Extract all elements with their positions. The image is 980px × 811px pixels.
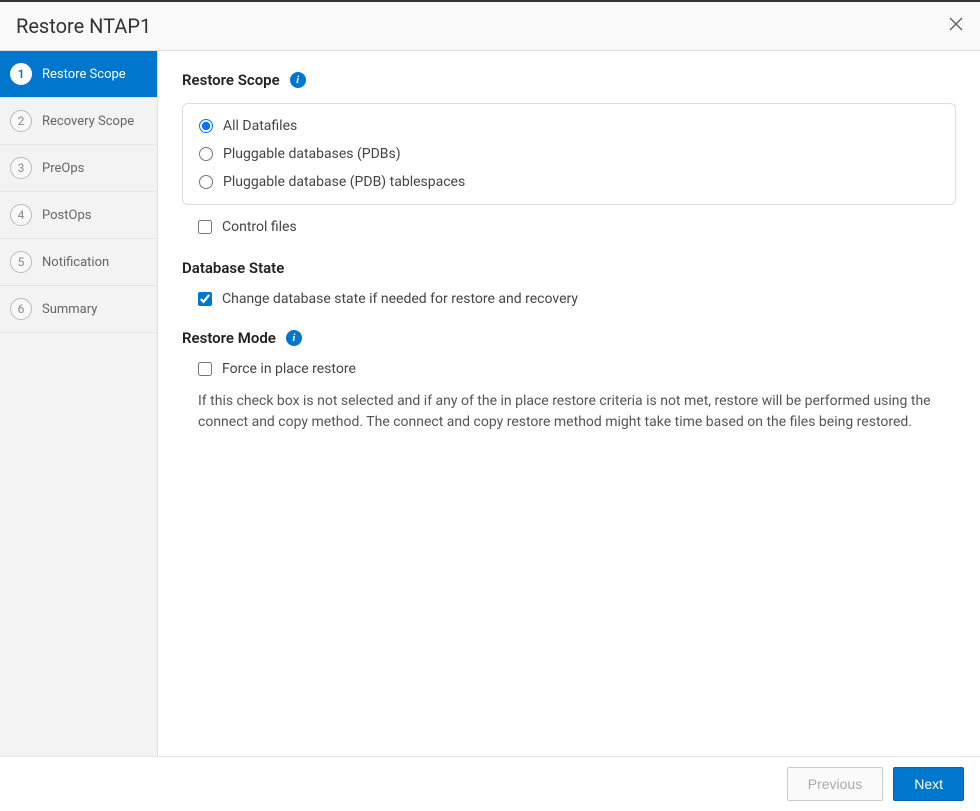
checkbox-force-in-place[interactable]: Force in place restore xyxy=(198,361,956,377)
close-icon[interactable] xyxy=(948,16,964,36)
step-restore-scope[interactable]: 1 Restore Scope xyxy=(0,51,157,98)
step-label: Summary xyxy=(42,302,97,317)
checkbox-control-files[interactable]: Control files xyxy=(198,219,956,235)
restore-mode-section: Restore Mode i Force in place restore If… xyxy=(182,329,956,433)
checkbox-change-state[interactable]: Change database state if needed for rest… xyxy=(198,291,956,307)
step-number: 3 xyxy=(10,157,32,179)
wizard-sidebar: 1 Restore Scope 2 Recovery Scope 3 PreOp… xyxy=(0,51,158,756)
checkbox-label: Change database state if needed for rest… xyxy=(222,291,578,307)
radio-label: Pluggable database (PDB) tablespaces xyxy=(223,174,465,190)
radio-all-datafiles[interactable]: All Datafiles xyxy=(199,118,939,134)
checkbox-input-control-files[interactable] xyxy=(198,220,212,234)
next-button[interactable]: Next xyxy=(893,767,964,801)
database-state-heading: Database State xyxy=(182,259,956,277)
restore-scope-section: Restore Scope i All Datafiles Pluggable … xyxy=(182,71,956,235)
database-state-section: Database State Change database state if … xyxy=(182,259,956,307)
restore-scope-heading: Restore Scope i xyxy=(182,71,956,89)
previous-button[interactable]: Previous xyxy=(787,767,883,801)
step-summary[interactable]: 6 Summary xyxy=(0,286,157,333)
step-postops[interactable]: 4 PostOps xyxy=(0,192,157,239)
info-icon[interactable]: i xyxy=(286,330,302,346)
heading-text: Restore Scope xyxy=(182,71,280,89)
step-number: 5 xyxy=(10,251,32,273)
step-label: Notification xyxy=(42,255,109,270)
step-label: Recovery Scope xyxy=(42,114,134,129)
radio-label: All Datafiles xyxy=(223,118,297,134)
restore-mode-help-text: If this check box is not selected and if… xyxy=(198,391,956,433)
checkbox-label: Control files xyxy=(222,219,297,235)
checkbox-input-change-state[interactable] xyxy=(198,292,212,306)
step-label: Restore Scope xyxy=(42,67,126,82)
step-recovery-scope[interactable]: 2 Recovery Scope xyxy=(0,98,157,145)
radio-input-all-datafiles[interactable] xyxy=(199,119,213,133)
modal-body: 1 Restore Scope 2 Recovery Scope 3 PreOp… xyxy=(0,51,980,756)
radio-label: Pluggable databases (PDBs) xyxy=(223,146,401,162)
heading-text: Database State xyxy=(182,259,284,277)
content-area: Restore Scope i All Datafiles Pluggable … xyxy=(158,51,980,756)
step-preops[interactable]: 3 PreOps xyxy=(0,145,157,192)
step-notification[interactable]: 5 Notification xyxy=(0,239,157,286)
step-label: PreOps xyxy=(42,161,84,176)
info-icon[interactable]: i xyxy=(290,72,306,88)
step-number: 6 xyxy=(10,298,32,320)
radio-pdb-tablespaces[interactable]: Pluggable database (PDB) tablespaces xyxy=(199,174,939,190)
checkbox-label: Force in place restore xyxy=(222,361,356,377)
radio-input-pdbs[interactable] xyxy=(199,147,213,161)
step-label: PostOps xyxy=(42,208,91,223)
radio-input-pdb-tablespaces[interactable] xyxy=(199,175,213,189)
radio-pdbs[interactable]: Pluggable databases (PDBs) xyxy=(199,146,939,162)
heading-text: Restore Mode xyxy=(182,329,276,347)
modal-header: Restore NTAP1 xyxy=(0,2,980,51)
checkbox-input-force-in-place[interactable] xyxy=(198,362,212,376)
modal-title: Restore NTAP1 xyxy=(16,14,151,38)
step-number: 4 xyxy=(10,204,32,226)
modal-footer: Previous Next xyxy=(0,756,980,810)
restore-mode-heading: Restore Mode i xyxy=(182,329,956,347)
step-number: 1 xyxy=(10,63,32,85)
step-number: 2 xyxy=(10,110,32,132)
restore-scope-radio-group: All Datafiles Pluggable databases (PDBs)… xyxy=(182,103,956,205)
